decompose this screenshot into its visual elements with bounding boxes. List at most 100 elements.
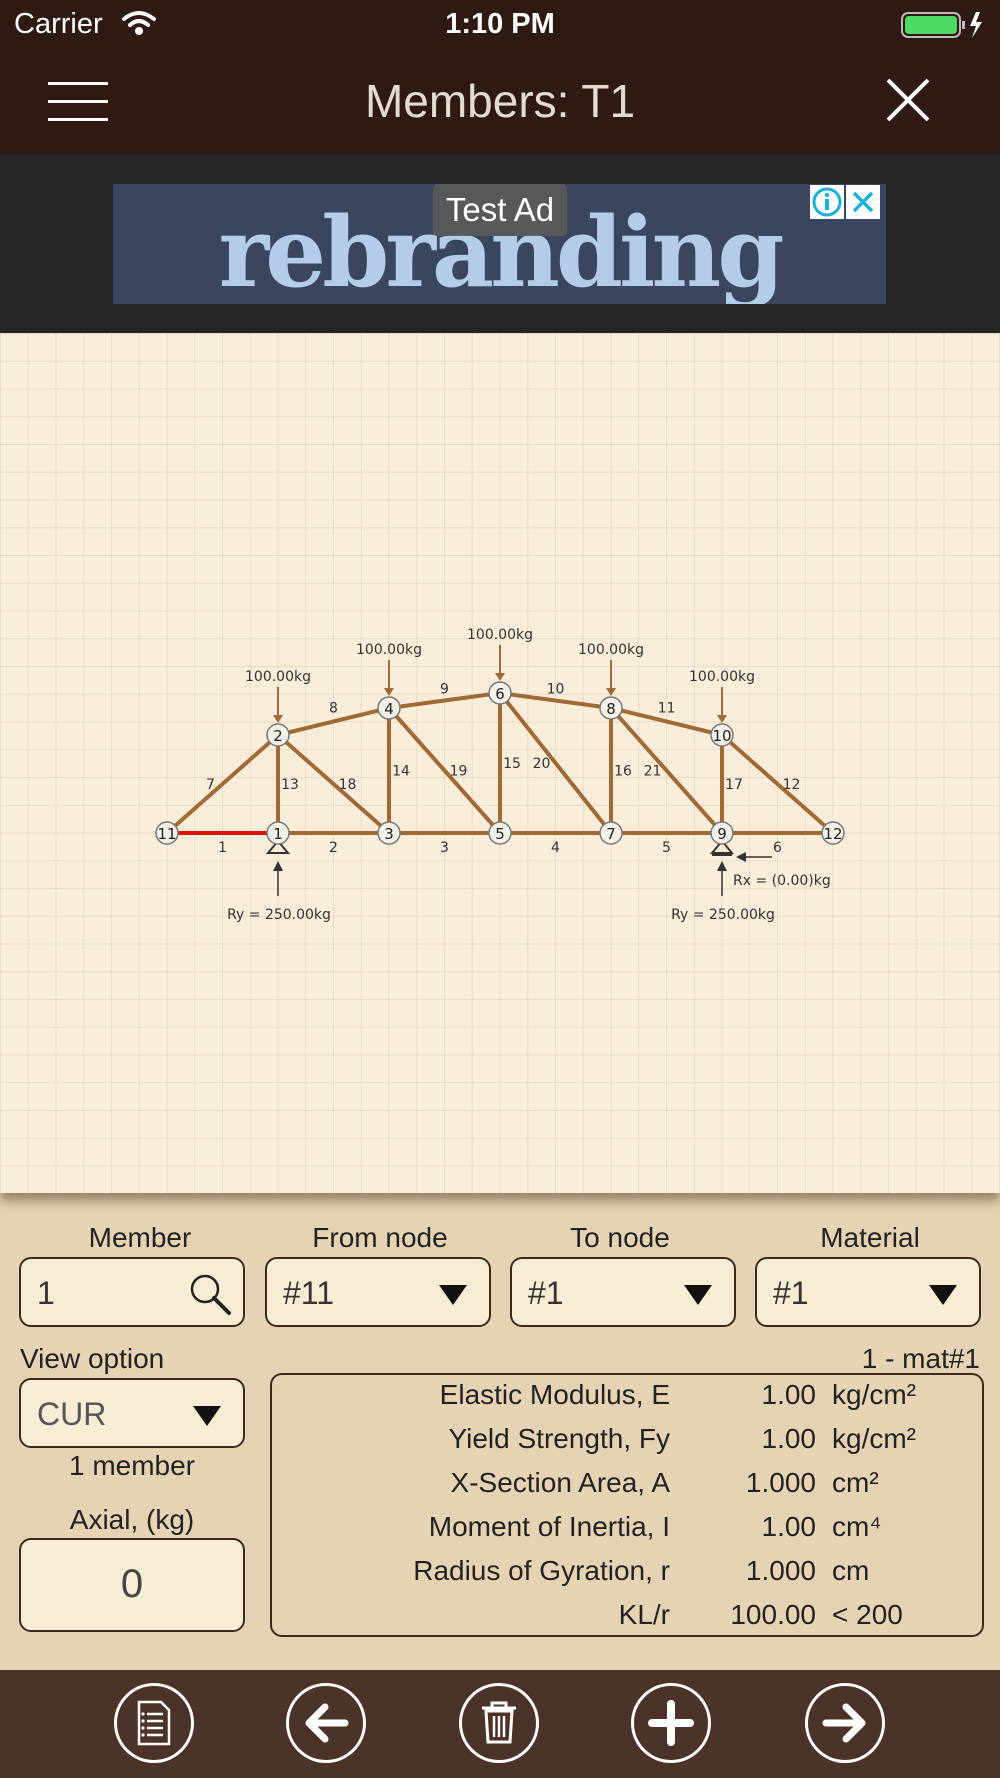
member-label-5: 5: [662, 840, 671, 856]
property-row: Elastic Modulus, E 1.00 kg/cm²: [272, 1379, 986, 1423]
member-label-13: 13: [281, 777, 299, 793]
previous-button[interactable]: [286, 1683, 366, 1763]
member-label-2: 2: [329, 840, 338, 856]
axial-field[interactable]: 0: [19, 1538, 245, 1632]
ad-info-icon[interactable]: [810, 185, 844, 219]
property-unit: < 200: [832, 1599, 903, 1630]
ad-banner: rebranding Test Ad: [0, 154, 1000, 333]
from-node-label: From node: [312, 1222, 448, 1253]
property-label: Yield Strength, Fy: [448, 1423, 670, 1454]
property-value: 1.00: [761, 1423, 817, 1454]
member-label-9: 9: [440, 682, 449, 698]
member-label-6: 6: [773, 840, 782, 856]
axial-label: Axial, (kg): [69, 1504, 195, 1535]
property-value: 1.000: [745, 1467, 816, 1498]
member-label-14: 14: [392, 764, 410, 780]
load-arrowhead: [717, 715, 727, 723]
member-label-3: 3: [440, 840, 449, 856]
member-label-11: 11: [658, 701, 676, 717]
node-label-10: 10: [712, 727, 731, 745]
delete-button[interactable]: [459, 1683, 539, 1763]
list-button[interactable]: [114, 1683, 194, 1763]
property-value: 1.00: [761, 1379, 817, 1410]
property-value: 1.00: [761, 1511, 817, 1542]
add-button[interactable]: [631, 1683, 711, 1763]
member-label-19: 19: [450, 764, 468, 780]
member-label-1: 1: [218, 840, 227, 856]
load-arrowhead: [606, 688, 616, 696]
property-value: 1.000: [745, 1555, 816, 1586]
ad-close-icon[interactable]: [846, 185, 880, 219]
reaction-label: Rx = (0.00)kg: [733, 873, 831, 889]
load-label: 100.00kg: [467, 627, 533, 643]
reaction-arrowhead: [717, 861, 727, 871]
load-arrowhead: [273, 715, 283, 723]
property-label: Moment of Inertia, I: [428, 1511, 670, 1542]
member-search-field[interactable]: 1: [19, 1257, 245, 1327]
load-arrowhead: [384, 688, 394, 696]
material-properties: Elastic Modulus, E 1.00 kg/cm² Yield Streng…: [270, 1373, 984, 1637]
load-label: 100.00kg: [356, 642, 422, 658]
property-row: Yield Strength, Fy 1.00 kg/cm²: [272, 1423, 986, 1467]
arrow-left-icon: [305, 1703, 349, 1743]
property-row: X-Section Area, A 1.000 cm²: [272, 1467, 986, 1511]
next-button[interactable]: [805, 1683, 885, 1763]
member-count: 1 member: [68, 1450, 196, 1481]
battery-icon: [901, 12, 982, 38]
reaction-arrowhead: [736, 852, 746, 862]
ad-image[interactable]: rebranding Test Ad: [113, 184, 886, 304]
to-node-select[interactable]: #1: [510, 1257, 736, 1327]
axial-value: 0: [120, 1562, 144, 1606]
view-option-label: View option: [20, 1343, 165, 1374]
node-label-9: 9: [717, 825, 727, 843]
load-arrowhead: [495, 673, 505, 681]
node-label-3: 3: [384, 825, 394, 843]
member-value: 1: [37, 1275, 55, 1311]
node-label-8: 8: [606, 700, 616, 718]
property-row: Moment of Inertia, I 1.00 cm⁴: [272, 1511, 986, 1555]
page-title: Members: T1: [364, 75, 636, 127]
member-label-17: 17: [725, 777, 743, 793]
material-value: #1: [773, 1275, 809, 1311]
from-node-select[interactable]: #11: [265, 1257, 491, 1327]
close-icon[interactable]: [886, 78, 930, 122]
member-label: Member: [88, 1222, 192, 1253]
load-label: 100.00kg: [245, 669, 311, 685]
load-label: 100.00kg: [689, 669, 755, 685]
node-label-7: 7: [606, 825, 616, 843]
property-row: Radius of Gyration, r 1.000 cm: [272, 1555, 986, 1599]
trash-icon: [482, 1701, 516, 1744]
property-label: X-Section Area, A: [450, 1467, 670, 1498]
reaction-label: Ry = 250.00kg: [671, 907, 775, 923]
node-label-1: 1: [273, 825, 283, 843]
view-option-value: CUR: [37, 1396, 107, 1432]
plus-icon: [648, 1700, 694, 1746]
truss-canvas[interactable]: 1 2 3 4 5 6 7 8 9 10 11 12 13 14 15 16 17 18 19 20 21 1 2 3 4 5 6 7…: [0, 333, 1000, 1193]
property-label: KL/r: [618, 1599, 670, 1630]
material-select[interactable]: #1: [755, 1257, 981, 1327]
property-unit: kg/cm²: [832, 1379, 916, 1410]
material-name: 1 - mat#1: [861, 1343, 980, 1374]
to-node-label: To node: [570, 1222, 670, 1253]
node-label-4: 4: [384, 700, 394, 718]
chevron-down-icon: [193, 1406, 221, 1426]
bottom-toolbar: [0, 1670, 1000, 1778]
truss-diagram[interactable]: 1 2 3 4 5 6789 1011121314 15 16171819 20 211234567…: [0, 333, 1000, 1193]
member-label-20: 20: [533, 756, 551, 772]
search-icon[interactable]: [187, 1271, 233, 1317]
member-label-18: 18: [339, 777, 357, 793]
chevron-down-icon: [929, 1285, 957, 1305]
member-label-8: 8: [329, 701, 338, 717]
member-label-7: 7: [206, 777, 215, 793]
property-row: KL/r 100.00 < 200: [272, 1599, 986, 1643]
chevron-down-icon: [439, 1285, 467, 1305]
view-option-select[interactable]: CUR: [19, 1378, 245, 1448]
member-label-15: 15: [503, 756, 521, 772]
property-unit: kg/cm²: [832, 1423, 916, 1454]
property-unit: cm⁴: [832, 1511, 882, 1542]
list-icon: [137, 1700, 171, 1746]
status-bar: Carrier 1:10 PM: [0, 0, 1000, 50]
to-node-value: #1: [528, 1275, 564, 1311]
property-label: Elastic Modulus, E: [439, 1379, 670, 1410]
property-unit: cm: [832, 1555, 870, 1586]
